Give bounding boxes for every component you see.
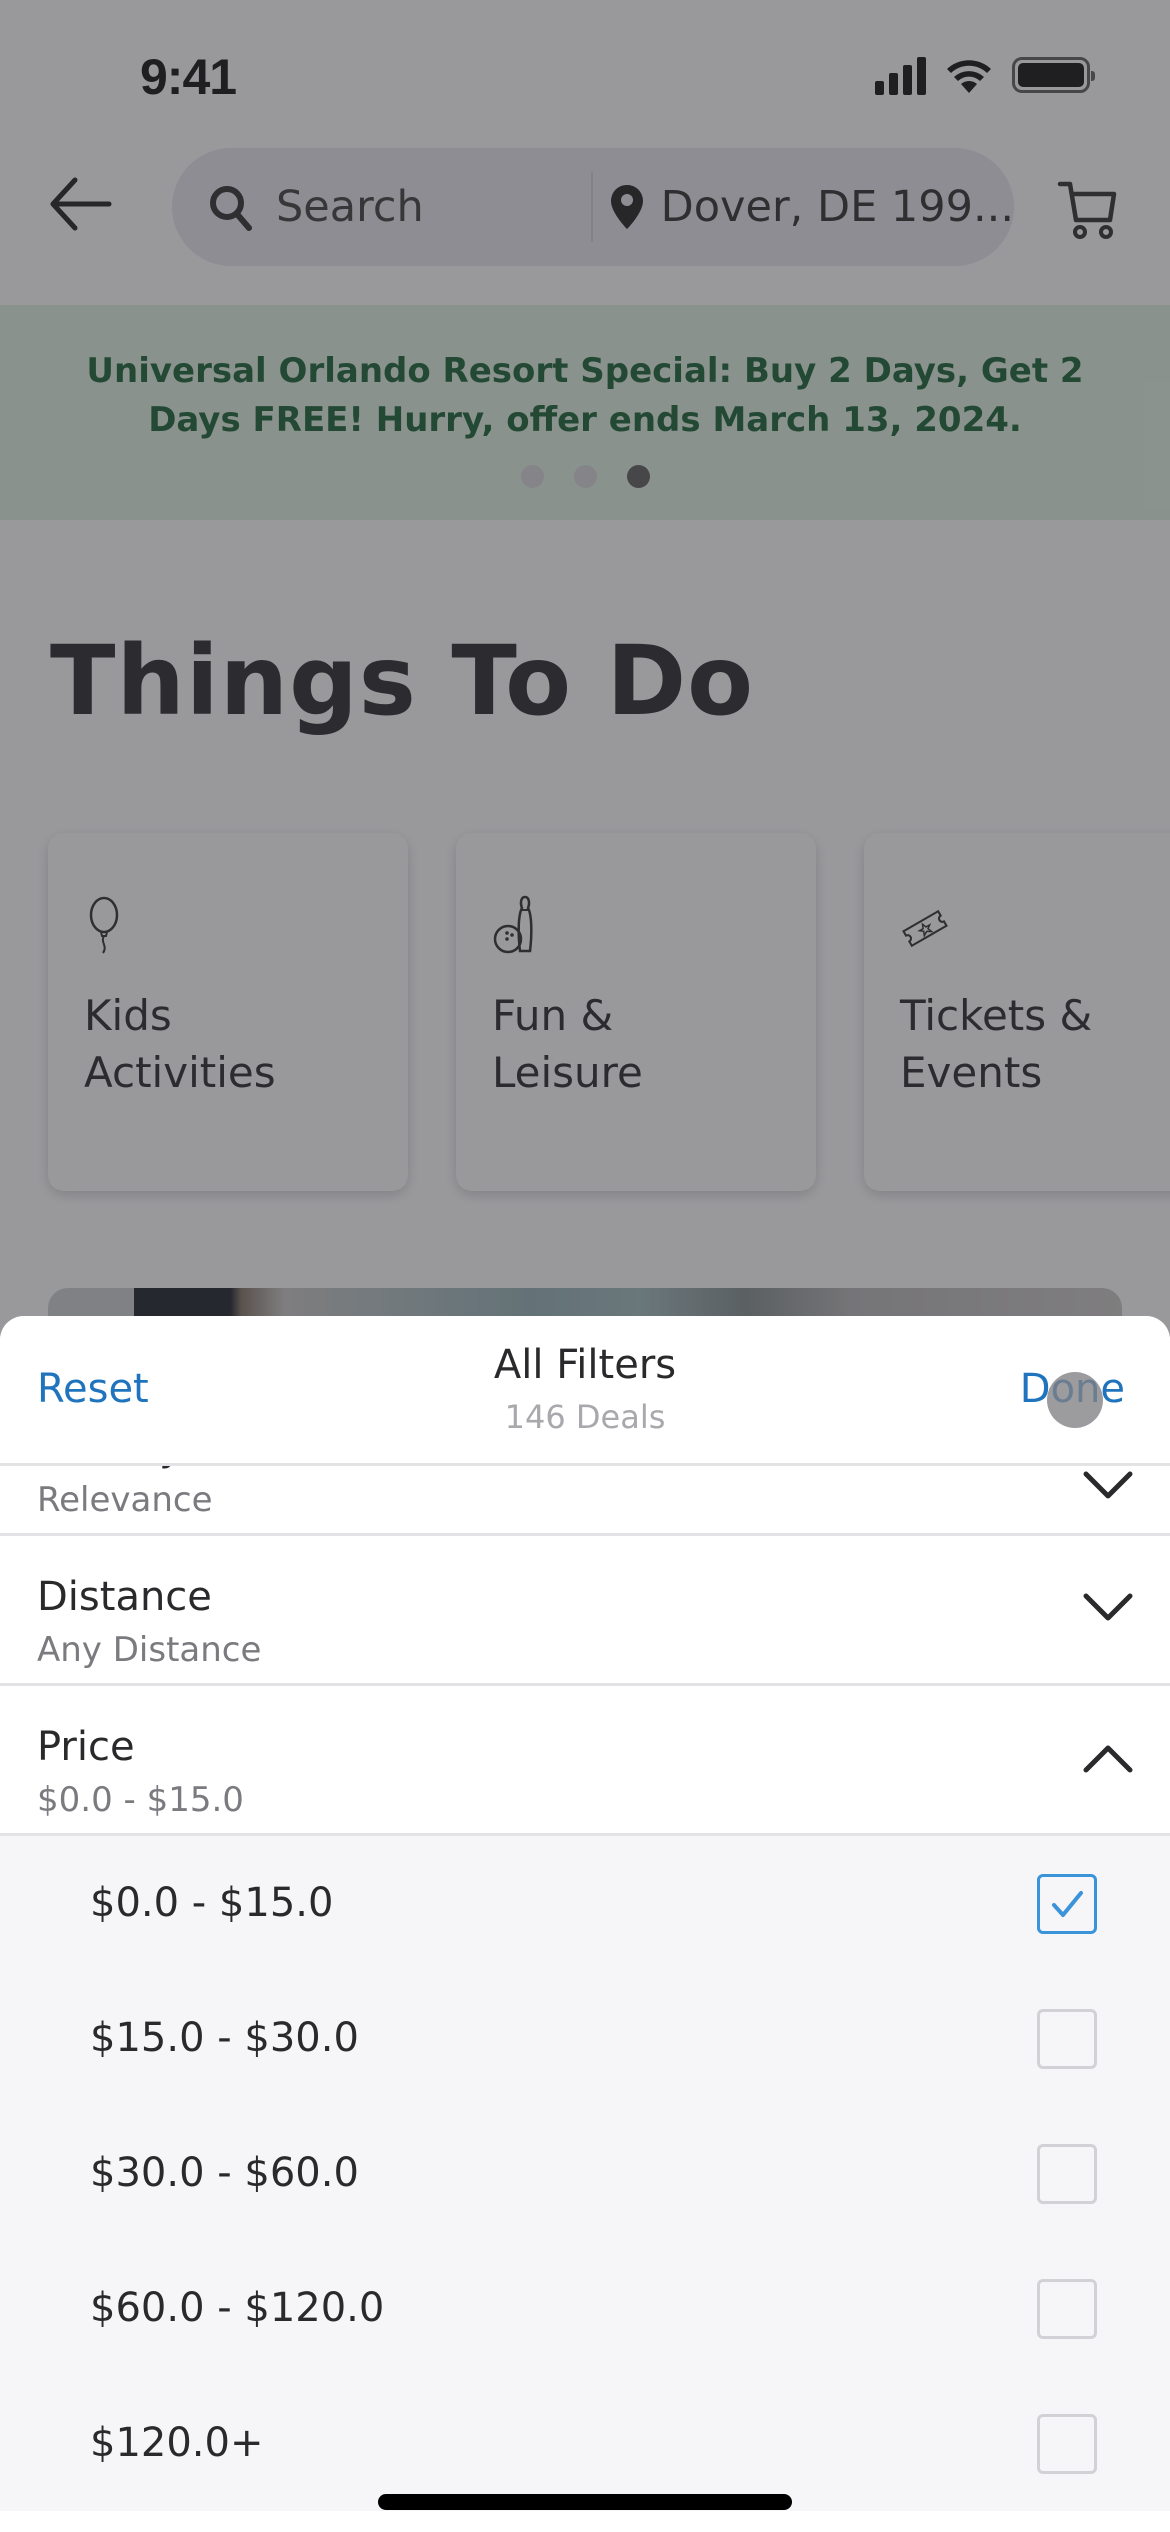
sheet-title: All Filters xyxy=(493,1342,677,1388)
filter-distance[interactable]: Distance Any Distance xyxy=(0,1536,1170,1686)
price-option[interactable]: $120.0+ xyxy=(0,2376,1170,2511)
checkbox[interactable] xyxy=(1037,2009,1097,2069)
price-option[interactable]: $0.0 - $15.0 xyxy=(0,1836,1170,1971)
screen: 9:41 Search xyxy=(0,0,1170,2532)
sheet-header: Reset All Filters 146 Deals Done xyxy=(0,1316,1170,1466)
option-label: $30.0 - $60.0 xyxy=(90,2150,359,2196)
checkbox[interactable] xyxy=(1037,2144,1097,2204)
checkbox[interactable] xyxy=(1037,2414,1097,2474)
filter-price[interactable]: Price $0.0 - $15.0 xyxy=(0,1686,1170,1836)
option-label: $60.0 - $120.0 xyxy=(90,2285,385,2331)
filter-value: Any Distance xyxy=(37,1630,262,1670)
filter-label: Price xyxy=(37,1724,135,1770)
filters-sheet: Reset All Filters 146 Deals Done Sort By… xyxy=(0,1316,1170,2532)
checkbox[interactable] xyxy=(1037,2279,1097,2339)
filter-label: Distance xyxy=(37,1574,212,1620)
checkmark-icon xyxy=(1052,1891,1083,1917)
chevron-up-icon[interactable] xyxy=(1082,1738,1134,1778)
option-label: $120.0+ xyxy=(90,2420,264,2466)
price-options: $0.0 - $15.0 $15.0 - $30.0 $30.0 - $60.0… xyxy=(0,1836,1170,2511)
price-option[interactable]: $30.0 - $60.0 xyxy=(0,2106,1170,2241)
home-indicator[interactable] xyxy=(378,2494,792,2510)
checkbox-checked[interactable] xyxy=(1037,1874,1097,1934)
price-option[interactable]: $15.0 - $30.0 xyxy=(0,1971,1170,2106)
option-label: $15.0 - $30.0 xyxy=(90,2015,359,2061)
chevron-down-icon[interactable] xyxy=(1082,1466,1134,1506)
filter-value: Relevance xyxy=(37,1480,213,1520)
deals-count: 146 Deals xyxy=(504,1398,666,1436)
price-option[interactable]: $60.0 - $120.0 xyxy=(0,2241,1170,2376)
touch-indicator xyxy=(1047,1372,1103,1428)
filter-value: $0.0 - $15.0 xyxy=(37,1780,244,1820)
option-label: $0.0 - $15.0 xyxy=(90,1880,334,1926)
chevron-down-icon[interactable] xyxy=(1082,1588,1134,1628)
